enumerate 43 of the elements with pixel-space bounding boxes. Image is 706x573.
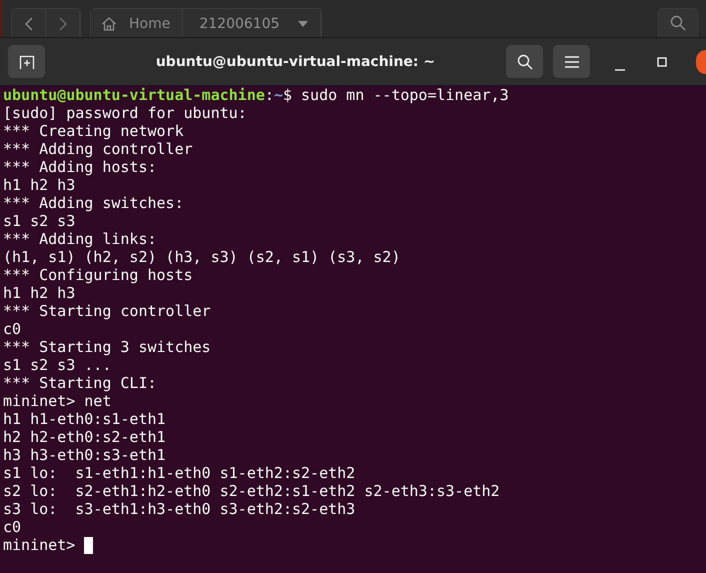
window-title: ubuntu@ubuntu-virtual-machine: ~	[154, 54, 436, 70]
home-icon	[101, 16, 117, 32]
terminal-line: mininet> net	[3, 392, 112, 410]
close-button[interactable]	[696, 50, 706, 74]
terminal-line: *** Starting 3 switches	[3, 338, 211, 356]
terminal-line: mininet>	[3, 536, 76, 554]
terminal-line: s1 s2 s3 ...	[3, 356, 112, 374]
terminal-line: *** Starting controller	[3, 302, 211, 320]
terminal-line: h1 h2 h3	[3, 176, 76, 194]
menu-button[interactable]	[553, 45, 590, 78]
terminal-line: h2 h2-eth0:s2-eth1	[3, 428, 166, 446]
path-crumb[interactable]: 212006105	[183, 9, 321, 38]
terminal-line: *** Creating network	[3, 122, 184, 140]
terminal-line: s1 s2 s3	[3, 212, 76, 230]
terminal-line: *** Adding hosts:	[3, 158, 157, 176]
search-icon	[670, 15, 686, 31]
terminal-line: [sudo] password for ubuntu:	[3, 104, 247, 122]
terminal-line: *** Adding controller	[3, 140, 193, 158]
terminal-line: *** Starting CLI:	[3, 374, 157, 392]
terminal-line: ubuntu@ubuntu-virtual-machine:~$ sudo mn --topo=linear,3	[3, 86, 509, 104]
terminal-line: s1 lo: s1-eth1:h1-eth0 s1-eth2:s2-eth2	[3, 464, 356, 482]
new-tab-button[interactable]	[8, 45, 45, 78]
terminal-line: *** Adding switches:	[3, 194, 184, 212]
terminal-line: s3 lo: s3-eth1:h3-eth0 s3-eth2:s2-eth3	[3, 500, 356, 518]
terminal-line: h1 h2 h3	[3, 284, 76, 302]
forward-button[interactable]	[46, 9, 80, 38]
terminal-line: c0	[3, 320, 22, 338]
search-icon	[516, 54, 532, 70]
terminal-line: *** Configuring hosts	[3, 266, 193, 284]
dropdown-caret-icon	[298, 20, 308, 26]
terminal-line: s2 lo: s2-eth1:h2-eth0 s2-eth2:s1-eth2 s2-eth3:s3-eth2	[3, 482, 500, 500]
terminal-line: h3 h3-eth0:s3-eth1	[3, 446, 166, 464]
search-button[interactable]	[506, 45, 543, 78]
new-tab-icon	[18, 54, 34, 70]
maximize-icon	[657, 56, 667, 66]
terminal-line: (h1, s1) (h2, s2) (h3, s3) (s2, s1) (s3, s2)	[3, 248, 400, 266]
menu-icon	[564, 56, 578, 68]
terminal-line: c0	[3, 518, 22, 536]
terminal-line: h1 h1-eth0:s1-eth1	[3, 410, 166, 428]
terminal-line: *** Adding links:	[3, 230, 157, 248]
path-crumb[interactable]: Home	[91, 9, 184, 38]
minimize-icon	[615, 68, 625, 70]
back-button[interactable]	[12, 9, 46, 38]
